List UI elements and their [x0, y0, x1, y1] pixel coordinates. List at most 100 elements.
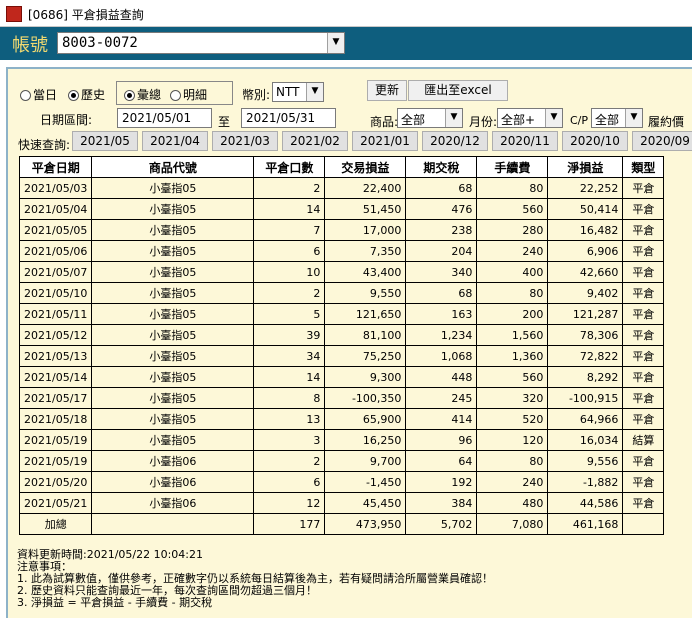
table-row[interactable]: 2021/05/21 小臺指06 12 45,450 384 480 44,586 平倉: [18, 492, 665, 514]
table-cell: 245: [405, 387, 478, 409]
quick-query-label: 快速查詢:: [18, 138, 71, 152]
table-row[interactable]: 2021/05/04 小臺指05 14 51,450 476 560 50,414 平倉: [18, 198, 665, 220]
table-cell: 238: [405, 219, 478, 241]
table-cell: 320: [476, 387, 549, 409]
table-cell: 80: [476, 177, 549, 199]
table-cell: 小臺指06: [91, 471, 255, 493]
quick-query-button[interactable]: 2020/11: [492, 131, 558, 151]
table-cell: 200: [476, 303, 549, 325]
radio-summary[interactable]: 彙總: [124, 86, 161, 103]
table-row[interactable]: 2021/05/19 小臺指06 2 9,700 64 80 9,556 平倉: [18, 450, 665, 472]
table-row[interactable]: 2021/05/05 小臺指05 7 17,000 238 280 16,482 平倉: [18, 219, 665, 241]
cp-select[interactable]: 全部 ▼: [591, 108, 643, 128]
table-cell: 5: [253, 303, 326, 325]
refresh-button[interactable]: 更新: [367, 80, 407, 101]
table-cell: 78,306: [547, 324, 624, 346]
table-cell: 8,292: [547, 366, 624, 388]
pnl-table: 平倉日期 商品代號 平倉口數 交易損益 期交稅 手續費 淨損益 類型 2021/05/03 小臺…: [18, 156, 665, 535]
table-cell: 16,250: [324, 429, 407, 451]
expiry-label: 履約價: [648, 115, 685, 129]
date-from-input[interactable]: 2021/05/01: [117, 108, 212, 128]
chevron-down-icon[interactable]: ▼: [306, 83, 323, 101]
quick-query-button[interactable]: 2021/05: [72, 131, 138, 151]
title-bar: [0686] 平倉損益查詢: [0, 0, 692, 27]
table-row[interactable]: 2021/05/06 小臺指05 6 7,350 204 240 6,906 平倉: [18, 240, 665, 262]
table-cell: 192: [405, 471, 478, 493]
column-header[interactable]: 類型: [622, 156, 665, 178]
quick-query-button[interactable]: 2021/01: [352, 131, 418, 151]
table-header-row: 平倉日期 商品代號 平倉口數 交易損益 期交稅 手續費 淨損益 類型: [18, 156, 665, 178]
table-cell: 12: [253, 492, 326, 514]
total-cell: [91, 513, 255, 535]
quick-query-button[interactable]: 2021/04: [142, 131, 208, 151]
quick-query-button[interactable]: 2021/03: [212, 131, 278, 151]
table-cell: 小臺指06: [91, 450, 255, 472]
table-row[interactable]: 2021/05/11 小臺指05 5 121,650 163 200 121,287 平倉: [18, 303, 665, 325]
table-row[interactable]: 2021/05/18 小臺指05 13 65,900 414 520 64,966 平倉: [18, 408, 665, 430]
table-cell: 1,560: [476, 324, 549, 346]
table-cell: 14: [253, 198, 326, 220]
total-cell: 5,702: [405, 513, 478, 535]
table-row[interactable]: 2021/05/13 小臺指05 34 75,250 1,068 1,360 72,822 平…: [18, 345, 665, 367]
account-label: 帳號: [12, 35, 48, 56]
quick-query-button[interactable]: 2021/02: [282, 131, 348, 151]
table-row[interactable]: 2021/05/14 小臺指05 14 9,300 448 560 8,292 平倉: [18, 366, 665, 388]
table-cell: 384: [405, 492, 478, 514]
column-header[interactable]: 淨損益: [547, 156, 624, 178]
chevron-down-icon[interactable]: ▼: [327, 33, 344, 53]
product-select[interactable]: 全部 ▼: [397, 108, 463, 128]
radio-detail-label: 明細: [183, 88, 208, 102]
table-row[interactable]: 2021/05/17 小臺指05 8 -100,350 245 320 -100,915 平倉: [18, 387, 665, 409]
column-header[interactable]: 交易損益: [324, 156, 407, 178]
radio-today[interactable]: 當日: [20, 86, 57, 103]
column-header[interactable]: 手續費: [476, 156, 549, 178]
window-title: [0686] 平倉損益查詢: [28, 8, 144, 22]
radio-history[interactable]: 歷史: [68, 86, 105, 103]
table-cell: -1,882: [547, 471, 624, 493]
column-header[interactable]: 期交稅: [405, 156, 478, 178]
radio-history-label: 歷史: [81, 88, 106, 102]
table-cell: 結算: [622, 429, 665, 451]
table-row[interactable]: 2021/05/12 小臺指05 39 81,100 1,234 1,560 78,306 平…: [18, 324, 665, 346]
table-cell: 121,650: [324, 303, 407, 325]
radio-detail[interactable]: 明細: [170, 86, 207, 103]
quick-query-button[interactable]: 2020/12: [422, 131, 488, 151]
column-header[interactable]: 平倉日期: [18, 156, 93, 178]
currency-select[interactable]: NTT ▼: [272, 82, 324, 102]
table-cell: 9,550: [324, 282, 407, 304]
table-cell: 平倉: [622, 261, 665, 283]
table-row[interactable]: 2021/05/19 小臺指05 3 16,250 96 120 16,034 結算: [18, 429, 665, 451]
export-excel-button[interactable]: 匯出至excel: [408, 80, 508, 101]
account-select[interactable]: 8003-0072 ▼: [57, 32, 345, 54]
table-row[interactable]: 2021/05/07 小臺指05 10 43,400 340 400 42,660 平倉: [18, 261, 665, 283]
table-row[interactable]: 2021/05/10 小臺指05 2 9,550 68 80 9,402 平倉: [18, 282, 665, 304]
table-cell: 6,906: [547, 240, 624, 262]
table-cell: 240: [476, 471, 549, 493]
table-cell: 560: [476, 366, 549, 388]
table-row[interactable]: 2021/05/20 小臺指06 6 -1,450 192 240 -1,882 平倉: [18, 471, 665, 493]
table-cell: 34: [253, 345, 326, 367]
month-select[interactable]: 全部+ ▼: [497, 108, 563, 128]
column-header[interactable]: 商品代號: [91, 156, 255, 178]
table-cell: 2021/05/12: [18, 324, 93, 346]
column-header[interactable]: 平倉口數: [253, 156, 326, 178]
table-cell: 1,068: [405, 345, 478, 367]
table-cell: 17,000: [324, 219, 407, 241]
chevron-down-icon[interactable]: ▼: [625, 109, 642, 127]
table-cell: 2021/05/05: [18, 219, 93, 241]
quick-query-button[interactable]: 2020/10: [562, 131, 628, 151]
table-cell: 小臺指05: [91, 366, 255, 388]
total-cell: 加總: [18, 513, 93, 535]
total-cell: 473,950: [324, 513, 407, 535]
table-cell: 68: [405, 177, 478, 199]
date-to-input[interactable]: 2021/05/31: [241, 108, 336, 128]
chevron-down-icon[interactable]: ▼: [445, 109, 462, 127]
table-cell: -1,450: [324, 471, 407, 493]
table-cell: 平倉: [622, 450, 665, 472]
quick-query-button[interactable]: 2020/09: [632, 131, 692, 151]
product-label: 商品:: [370, 115, 399, 129]
chevron-down-icon[interactable]: ▼: [545, 109, 562, 127]
table-cell: 平倉: [622, 198, 665, 220]
table-cell: 14: [253, 366, 326, 388]
table-row[interactable]: 2021/05/03 小臺指05 2 22,400 68 80 22,252 平倉: [18, 177, 665, 199]
